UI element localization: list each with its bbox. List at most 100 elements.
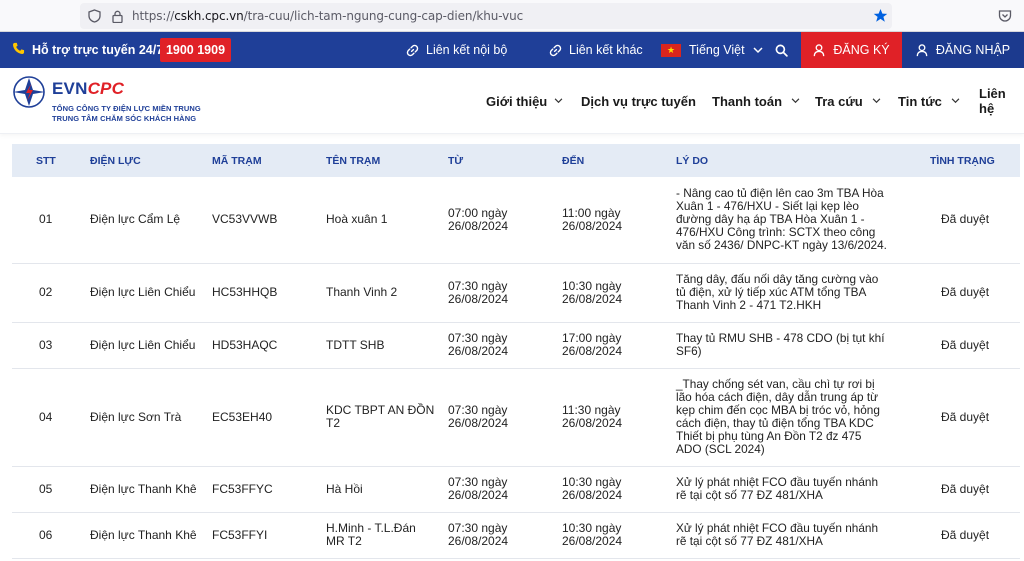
user-icon xyxy=(916,43,928,56)
language-label: Tiếng Việt xyxy=(689,43,745,57)
cell-dien-luc: Điện lực Thanh Khê xyxy=(90,481,197,496)
chevron-down-icon xyxy=(951,98,960,104)
header-dien-luc: ĐIỆN LỰC xyxy=(90,154,141,167)
login-button[interactable]: ĐĂNG NHẬP xyxy=(902,32,1024,68)
login-label: ĐĂNG NHẬP xyxy=(935,43,1011,57)
nav-label: Thanh toán xyxy=(712,93,783,109)
nav-label: Tin tức xyxy=(898,93,942,109)
cell-dien-luc: Điện lực Liên Chiểu xyxy=(90,285,196,299)
user-icon xyxy=(814,43,825,56)
cell-tinh-trang: Đã duyệt xyxy=(941,409,990,424)
shield-icon[interactable] xyxy=(87,9,101,23)
cell-stt: 01 xyxy=(39,212,53,227)
url-text[interactable]: https://cskh.cpc.vn/tra-cuu/lich-tam-ngu… xyxy=(132,9,523,23)
hotline-badge[interactable]: 1900 1909 xyxy=(160,38,231,62)
cell-dien-luc: Điện lực Cẩm Lệ xyxy=(90,212,181,227)
language-selector[interactable]: Tiếng Việt xyxy=(661,32,770,68)
nav-label: Giới thiệu xyxy=(486,93,548,109)
header-tu: TỪ xyxy=(448,154,464,167)
url-host: cskh.cpc.vn xyxy=(174,9,244,23)
search-button[interactable] xyxy=(775,32,795,68)
cell-stt: 04 xyxy=(39,409,53,424)
cell-den: 17:00 ngày 26/08/2024 xyxy=(562,331,623,358)
table-header-row: STT ĐIỆN LỰC MÃ TRẠM TÊN TRẠM TỪ ĐẾN LÝ … xyxy=(12,144,1020,177)
cell-ly-do: _Thay chống sét van, cầu chì tự rơi bị l… xyxy=(676,377,880,456)
register-label: ĐĂNG KÝ xyxy=(833,43,890,57)
link-icon xyxy=(549,44,562,56)
table-row: 03 Điện lực Liên Chiểu HD53HAQC TDTT SHB… xyxy=(12,322,1020,368)
cell-ten-tram: H.Minh - T.L.Đán MR T2 xyxy=(326,521,416,548)
cell-dien-luc: Điện lực Liên Chiểu xyxy=(90,337,196,352)
main-header: EVNCPC TỔNG CÔNG TY ĐIỆN LỰC MIỀN TRUNG … xyxy=(0,68,1024,134)
cell-dien-luc: Điện lực Thanh Khê xyxy=(90,527,197,542)
header-ten-tram: TÊN TRẠM xyxy=(326,154,381,167)
other-link[interactable]: Liên kết khác xyxy=(549,32,643,68)
evncpc-logo[interactable]: EVNCPC TỔNG CÔNG TY ĐIỆN LỰC MIỀN TRUNG … xyxy=(12,75,201,124)
nav-tin-tuc[interactable]: Tin tức xyxy=(898,68,960,134)
register-button[interactable]: ĐĂNG KÝ xyxy=(801,32,902,68)
cell-ma-tram: VC53VVWB xyxy=(212,212,278,227)
cell-ly-do: Tăng dây, đấu nối dây tăng cường vào tủ … xyxy=(676,272,879,312)
chevron-down-icon xyxy=(554,98,563,104)
url-path: /tra-cuu/lich-tam-ngung-cung-cap-dien/kh… xyxy=(243,9,524,23)
bookmark-star-icon[interactable] xyxy=(873,8,888,28)
nav-gioi-thieu[interactable]: Giới thiệu xyxy=(486,68,563,134)
other-link-label: Liên kết khác xyxy=(569,43,643,57)
cell-ten-tram: Hà Hồi xyxy=(326,481,363,496)
center-subtitle: TRUNG TÂM CHĂM SÓC KHÁCH HÀNG xyxy=(52,114,197,123)
brand-name: EVNCPC xyxy=(52,79,125,98)
cell-tu: 07:30 ngày 26/08/2024 xyxy=(448,475,509,502)
table-row: 04 Điện lực Sơn Trà EC53EH40 KDC TBPT AN… xyxy=(12,368,1020,466)
cell-tinh-trang: Đã duyệt xyxy=(941,527,990,542)
cell-stt: 05 xyxy=(39,481,53,496)
cell-den: 10:30 ngày 26/08/2024 xyxy=(562,521,623,548)
cell-ten-tram: KDC TBPT AN ĐỒN T2 xyxy=(326,403,435,430)
cell-ly-do: Xử lý phát nhiệt FCO đầu tuyến nhánh rẽ … xyxy=(676,521,879,548)
cell-den: 10:30 ngày 26/08/2024 xyxy=(562,475,623,502)
nav-tra-cuu[interactable]: Tra cứu xyxy=(815,68,881,134)
header-ly-do: LÝ DO xyxy=(676,154,709,167)
internal-link[interactable]: Liên kết nội bộ xyxy=(406,32,507,68)
cell-tu: 07:00 ngày 26/08/2024 xyxy=(448,205,509,233)
company-subtitle: TỔNG CÔNG TY ĐIỆN LỰC MIỀN TRUNG xyxy=(52,104,201,113)
link-icon xyxy=(406,44,419,56)
support-label: Hỗ trợ trực tuyến 24/7: xyxy=(32,43,168,57)
cell-tinh-trang: Đã duyệt xyxy=(941,337,990,352)
cell-ten-tram: Hoà xuân 1 xyxy=(326,212,388,227)
nav-label: Dịch vụ trực tuyến xyxy=(581,93,696,109)
cell-den: 11:00 ngày 26/08/2024 xyxy=(562,205,623,233)
cell-ma-tram: HC53HHQB xyxy=(212,285,278,299)
cell-tu: 07:30 ngày 26/08/2024 xyxy=(448,521,509,548)
phone-icon xyxy=(12,42,25,58)
nav-dich-vu-truc-tuyen[interactable]: Dịch vụ trực tuyến xyxy=(581,68,696,134)
search-icon xyxy=(775,44,788,57)
internal-link-label: Liên kết nội bộ xyxy=(426,43,508,57)
pocket-icon[interactable] xyxy=(998,9,1012,28)
header-stt: STT xyxy=(36,154,56,167)
cell-ten-tram: TDTT SHB xyxy=(326,337,385,352)
url-prefix: https:// xyxy=(132,9,175,23)
cell-stt: 02 xyxy=(39,285,53,299)
cell-ly-do: Thay tủ RMU SHB - 478 CDO (bị tụt khí SF… xyxy=(676,331,885,358)
browser-toolbar: https://cskh.cpc.vn/tra-cuu/lich-tam-ngu… xyxy=(0,0,1024,32)
cell-tinh-trang: Đã duyệt xyxy=(941,285,990,299)
cell-tinh-trang: Đã duyệt xyxy=(941,481,990,496)
nav-lien-he[interactable]: Liên hệ xyxy=(979,68,1024,134)
nav-thanh-toan[interactable]: Thanh toán xyxy=(712,68,800,134)
cell-stt: 03 xyxy=(39,337,53,352)
chevron-down-icon xyxy=(791,98,800,104)
cell-ly-do: Xử lý phát nhiệt FCO đầu tuyến nhánh rẽ … xyxy=(676,475,879,502)
cell-stt: 06 xyxy=(39,527,53,542)
support-info: Hỗ trợ trực tuyến 24/7: xyxy=(12,32,167,68)
lock-icon[interactable] xyxy=(110,9,124,23)
cell-den: 11:30 ngày 26/08/2024 xyxy=(562,403,623,430)
cell-ma-tram: EC53EH40 xyxy=(212,409,273,424)
address-bar[interactable]: https://cskh.cpc.vn/tra-cuu/lich-tam-ngu… xyxy=(80,3,892,29)
vietnam-flag-icon xyxy=(661,43,681,57)
cell-ma-tram: FC53FFYI xyxy=(212,527,268,542)
cell-ly-do: - Nâng cao tủ điện lên cao 3m TBA Hòa Xu… xyxy=(676,186,887,253)
cell-ten-tram: Thanh Vinh 2 xyxy=(326,285,398,299)
header-ma-tram: MÃ TRẠM xyxy=(212,154,262,167)
chevron-down-icon xyxy=(872,98,881,104)
cell-tu: 07:30 ngày 26/08/2024 xyxy=(448,278,509,306)
